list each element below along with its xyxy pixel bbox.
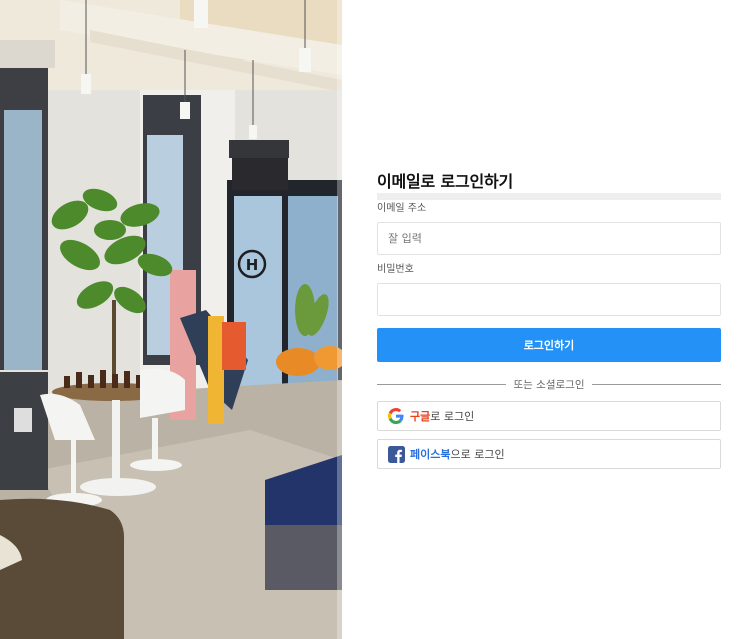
facebook-login-suffix: 으로 로그인 (450, 448, 505, 461)
facebook-f-icon (387, 445, 405, 463)
email-field[interactable] (377, 222, 721, 255)
google-g-icon (387, 407, 405, 425)
page-title: 이메일로 로그인하기 (377, 172, 514, 191)
email-label: 이메일 주소 (377, 203, 427, 214)
title-underline (377, 193, 721, 200)
divider-text: 또는 소셜로그인 (513, 378, 585, 391)
password-label: 비밀번호 (377, 264, 414, 275)
login-panel: 이메일로 로그인하기 이메일 주소 비밀번호 로그인하기 또는 소셜로그인 구글… (342, 0, 751, 639)
svg-text:H: H (246, 256, 259, 274)
facebook-brand-text: 페이스북 (410, 448, 451, 461)
login-form: 이메일로 로그인하기 이메일 주소 비밀번호 로그인하기 또는 소셜로그인 구글… (377, 172, 721, 469)
divider-line-left (377, 383, 506, 385)
login-button[interactable]: 로그인하기 (377, 328, 721, 362)
google-brand-text: 구글 (410, 410, 431, 423)
google-login-button[interactable]: 구글 로 로그인 (377, 401, 721, 431)
google-login-suffix: 로 로그인 (430, 410, 475, 423)
facebook-login-button[interactable]: 페이스북 으로 로그인 (377, 439, 721, 469)
office-lounge-photo: H (0, 0, 342, 639)
password-field[interactable] (377, 283, 721, 316)
divider-line-right (592, 383, 721, 385)
social-divider: 또는 소셜로그인 (377, 376, 721, 392)
